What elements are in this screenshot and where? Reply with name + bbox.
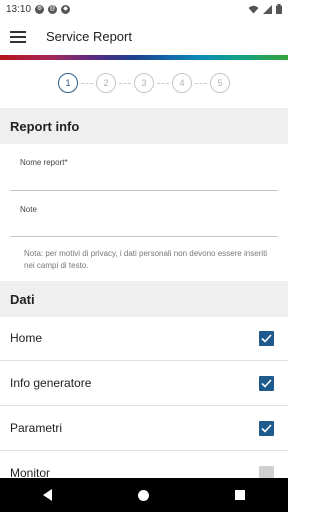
app-bar: Service Report [0, 18, 288, 55]
section-header-report-info: Report info [0, 108, 288, 144]
step-connector [119, 82, 131, 84]
recents-icon[interactable] [235, 490, 245, 500]
status-time: 13:10 [6, 3, 32, 15]
privacy-note: Nota: per motivi di privacy, i dati pers… [24, 249, 268, 270]
app-title: Service Report [46, 29, 132, 44]
shield-icon: ◆ [61, 4, 71, 14]
checkmark-icon [261, 378, 272, 388]
step-connector [81, 82, 93, 84]
report-name-underline [10, 190, 278, 191]
list-item-label: Home [10, 331, 43, 345]
step-1[interactable]: 1 [58, 73, 78, 93]
report-name-field[interactable] [10, 150, 278, 190]
home-icon[interactable] [138, 489, 149, 501]
system-nav-bar [0, 478, 288, 512]
battery-icon [276, 4, 282, 14]
step-connector [157, 82, 169, 84]
list-item-label: Info generatore [10, 376, 92, 390]
back-icon[interactable] [43, 489, 52, 501]
stepper: 1 2 3 4 5 [0, 64, 288, 102]
signal-icon [263, 4, 272, 14]
step-2[interactable]: 2 [96, 73, 116, 93]
step-5[interactable]: 5 [210, 73, 230, 93]
step-connector [195, 82, 207, 84]
home-checkbox[interactable] [259, 330, 274, 346]
step-4[interactable]: 4 [172, 73, 192, 93]
list-item-info-generatore[interactable]: Info generatore [0, 361, 288, 406]
checkmark-icon [261, 423, 272, 433]
status-bar: 13:10 ⚙ @ ◆ [0, 0, 288, 18]
status-left: 13:10 ⚙ @ ◆ [6, 3, 71, 15]
list-item-label: Parametri [10, 421, 63, 435]
note-field[interactable] [10, 198, 278, 236]
gear-icon: ⚙ [35, 4, 45, 14]
hamburger-menu-icon[interactable] [10, 30, 26, 43]
checkmark-icon [261, 333, 272, 343]
list-item-parametri[interactable]: Parametri [0, 406, 288, 451]
status-right [248, 4, 282, 14]
brand-color-strip [0, 55, 288, 60]
note-underline [10, 236, 278, 237]
at-icon: @ [48, 4, 58, 14]
step-3[interactable]: 3 [134, 73, 154, 93]
parametri-checkbox[interactable] [259, 420, 274, 436]
section-header-dati: Dati [0, 281, 288, 317]
info-generatore-checkbox[interactable] [259, 375, 274, 391]
list-item-home[interactable]: Home [0, 316, 288, 361]
wifi-icon [248, 5, 259, 13]
